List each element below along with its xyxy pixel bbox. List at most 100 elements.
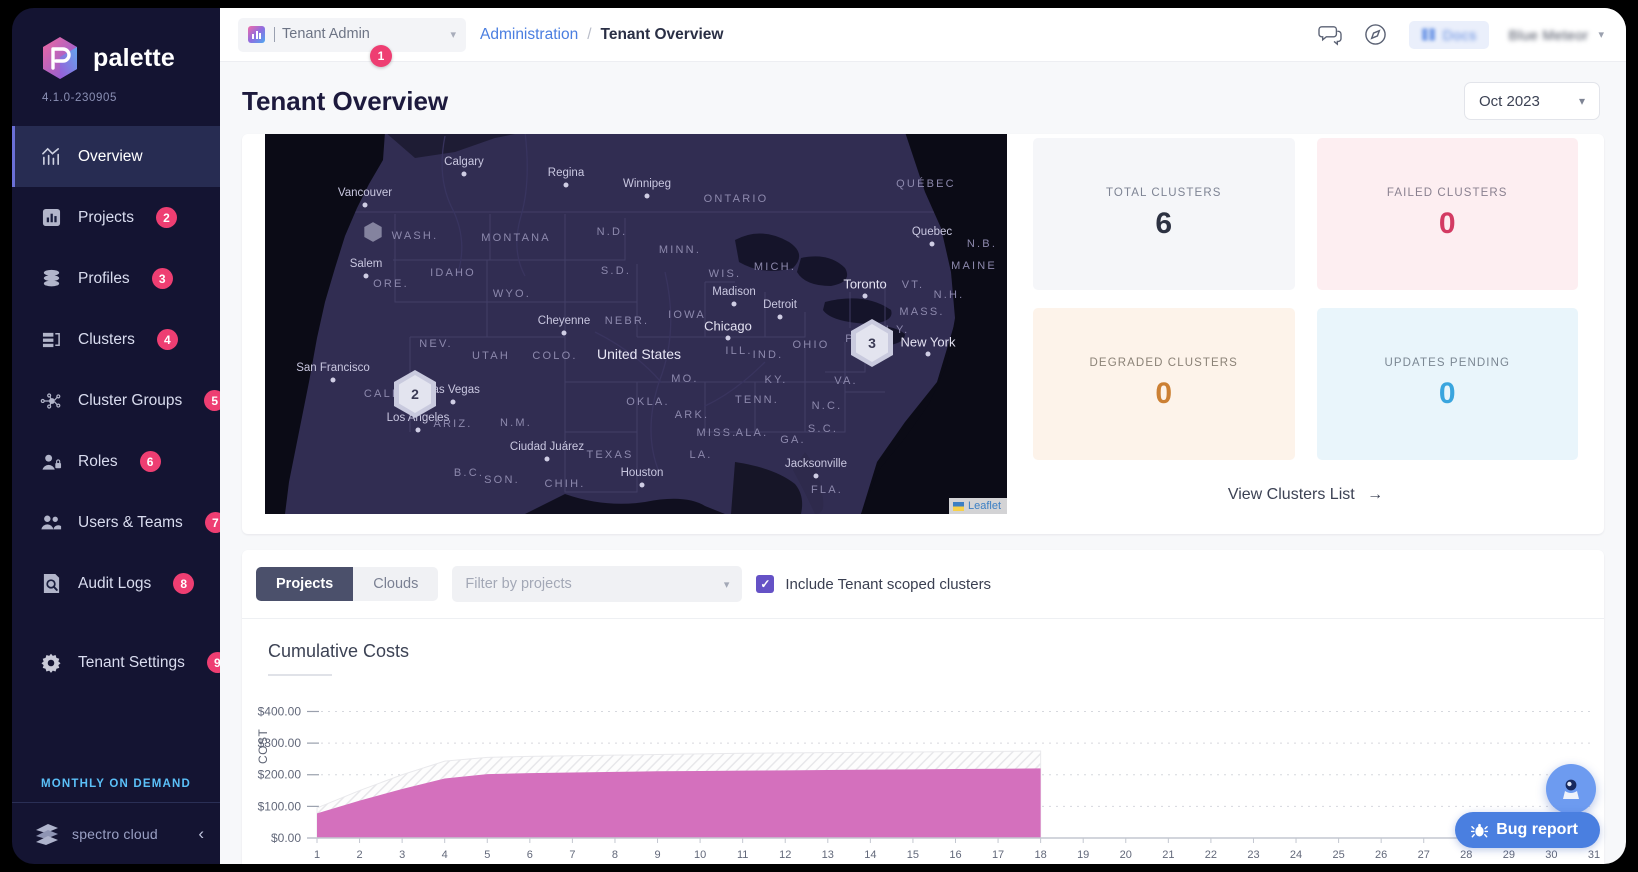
cluster-groups-icon bbox=[40, 390, 62, 412]
stat-card-failed-clusters[interactable]: FAILED CLUSTERS 0 bbox=[1316, 138, 1578, 290]
svg-text:OCT: OCT bbox=[944, 863, 968, 864]
map-label: Houston bbox=[620, 467, 664, 479]
sidebar-item-clusters[interactable]: Clusters 4 bbox=[12, 309, 220, 370]
stat-card-degraded-clusters[interactable]: DEGRADED CLUSTERS 0 bbox=[1033, 308, 1295, 460]
sidebar-item-label: Audit Logs bbox=[78, 574, 152, 592]
map-city-dot bbox=[330, 377, 336, 383]
sidebar-item-users-teams[interactable]: Users & Teams 7 bbox=[12, 492, 220, 553]
map-label: N.C. bbox=[811, 400, 843, 412]
sidebar-item-roles[interactable]: Roles 6 bbox=[12, 431, 220, 492]
svg-text:OCT: OCT bbox=[348, 863, 372, 864]
sidebar-item-label: Projects bbox=[78, 208, 134, 226]
map-label: OKLA. bbox=[626, 396, 670, 408]
chevron-down-icon: ▾ bbox=[450, 29, 456, 41]
svg-text:31: 31 bbox=[1588, 849, 1600, 861]
svg-text:$100.00: $100.00 bbox=[258, 799, 302, 813]
sidebar-item-overview[interactable]: Overview bbox=[12, 126, 220, 187]
view-clusters-list-link[interactable]: View Clusters List → bbox=[1033, 486, 1578, 504]
breadcrumb-administration[interactable]: Administration bbox=[480, 26, 578, 44]
profiles-icon bbox=[40, 268, 62, 290]
sidebar-badge: 4 bbox=[156, 329, 178, 350]
gear-icon bbox=[40, 652, 62, 674]
project-filter-select[interactable]: Filter by projects ▾ bbox=[452, 566, 743, 602]
map-cluster-count: 2 bbox=[411, 386, 419, 402]
map-single-cluster-marker[interactable] bbox=[364, 222, 383, 243]
company-name: spectro cloud bbox=[72, 825, 158, 842]
map-canvas[interactable]: Calgary Regina Winnipeg Vancouver ONTARIO QUÉ… bbox=[265, 134, 1007, 514]
projects-icon bbox=[40, 207, 62, 229]
sidebar-badge: 6 bbox=[139, 451, 161, 472]
user-menu[interactable]: Blue Meteor ▾ bbox=[1509, 27, 1604, 43]
svg-text:OCT: OCT bbox=[391, 863, 415, 864]
month-picker[interactable]: Oct 2023 ▾ bbox=[1464, 82, 1600, 120]
chat-icon[interactable] bbox=[1317, 22, 1343, 48]
chevron-down-icon: ▾ bbox=[1598, 29, 1604, 41]
svg-text:15: 15 bbox=[907, 849, 919, 861]
include-tenant-scoped-checkbox[interactable]: ✓ Include Tenant scoped clusters bbox=[756, 575, 991, 593]
sidebar-item-audit-logs[interactable]: Audit Logs 8 bbox=[12, 553, 220, 614]
version-label: 4.1.0-230905 bbox=[42, 92, 117, 104]
map-label: Regina bbox=[547, 167, 585, 179]
svg-text:26: 26 bbox=[1375, 849, 1387, 861]
book-icon bbox=[1421, 28, 1435, 41]
stat-value: 0 bbox=[1438, 207, 1456, 240]
map-label: S.D. bbox=[600, 265, 632, 277]
map-label: ORE. bbox=[373, 278, 409, 290]
svg-text:OCT: OCT bbox=[646, 863, 670, 864]
stat-label: DEGRADED CLUSTERS bbox=[1089, 357, 1238, 369]
sidebar-item-cluster-groups[interactable]: Cluster Groups 5 bbox=[12, 370, 220, 431]
astronaut-icon bbox=[1563, 779, 1579, 799]
cluster-map[interactable]: Calgary Regina Winnipeg Vancouver ONTARIO QUÉ… bbox=[265, 134, 1007, 514]
support-chat-button[interactable] bbox=[1546, 764, 1596, 814]
compass-icon[interactable] bbox=[1363, 22, 1389, 48]
chart-svg[interactable]: $0.00$100.00$200.00$300.00$400.001OCT2OC… bbox=[242, 690, 1604, 864]
svg-text:OCT: OCT bbox=[1029, 863, 1053, 864]
svg-text:21: 21 bbox=[1162, 849, 1174, 861]
stat-card-total-clusters[interactable]: TOTAL CLUSTERS 6 bbox=[1033, 138, 1295, 290]
map-label: MICH. bbox=[753, 261, 797, 273]
stat-value: 0 bbox=[1155, 377, 1173, 410]
tab-clouds[interactable]: Clouds bbox=[353, 567, 439, 601]
sidebar-collapse-button[interactable]: ‹ bbox=[198, 824, 204, 844]
project-filter-placeholder: Filter by projects bbox=[465, 576, 572, 592]
sidebar-item-tenant-settings[interactable]: Tenant Settings 9 bbox=[12, 632, 220, 693]
view-clusters-label: View Clusters List bbox=[1227, 486, 1355, 503]
map-label: TEXAS bbox=[586, 449, 634, 461]
map-city-dot bbox=[450, 399, 456, 405]
tab-projects[interactable]: Projects bbox=[256, 567, 354, 601]
svg-text:14: 14 bbox=[864, 849, 876, 861]
svg-text:OCT: OCT bbox=[1284, 863, 1308, 864]
map-label: Quebec bbox=[911, 226, 953, 238]
map-label: ARK. bbox=[674, 409, 710, 421]
spectro-cloud-logo-icon bbox=[36, 823, 58, 845]
map-city-dot bbox=[731, 301, 737, 307]
brand: palette bbox=[12, 8, 220, 80]
map-city-dot bbox=[925, 351, 931, 357]
bug-report-label: Bug report bbox=[1496, 821, 1578, 838]
map-cluster-marker[interactable]: 2 bbox=[392, 369, 438, 419]
sidebar-item-projects[interactable]: Projects 2 bbox=[12, 187, 220, 248]
scope-tabs: Projects Clouds bbox=[256, 567, 439, 601]
svg-text:24: 24 bbox=[1290, 849, 1302, 861]
map-label: ONTARIO bbox=[703, 193, 769, 205]
page-title: Tenant Overview bbox=[242, 85, 449, 116]
sidebar-badge: 8 bbox=[173, 573, 195, 594]
stat-card-updates-pending[interactable]: UPDATES PENDING 0 bbox=[1316, 308, 1578, 460]
map-cluster-marker[interactable]: 3 bbox=[849, 318, 895, 368]
users-teams-icon bbox=[40, 512, 62, 534]
leaflet-attribution[interactable]: Leaflet bbox=[948, 498, 1007, 514]
svg-text:29: 29 bbox=[1503, 849, 1515, 861]
tenant-scope-select[interactable]: Tenant Admin ▾ 1 bbox=[238, 17, 466, 67]
svg-text:25: 25 bbox=[1332, 849, 1344, 861]
chart-y-axis-label: COST bbox=[256, 728, 270, 764]
map-city-dot bbox=[725, 335, 731, 341]
audit-logs-icon bbox=[40, 573, 62, 595]
map-city-dot bbox=[639, 482, 645, 488]
svg-text:20: 20 bbox=[1120, 849, 1132, 861]
sidebar-item-label: Profiles bbox=[78, 269, 130, 287]
sidebar-item-profiles[interactable]: Profiles 3 bbox=[12, 248, 220, 309]
svg-text:3: 3 bbox=[399, 849, 405, 861]
cluster-stats: TOTAL CLUSTERS 6 FAILED CLUSTERS 0 DEGRA… bbox=[1007, 134, 1604, 514]
bug-report-button[interactable]: Bug report bbox=[1455, 812, 1600, 848]
docs-button[interactable]: Docs bbox=[1408, 20, 1489, 49]
